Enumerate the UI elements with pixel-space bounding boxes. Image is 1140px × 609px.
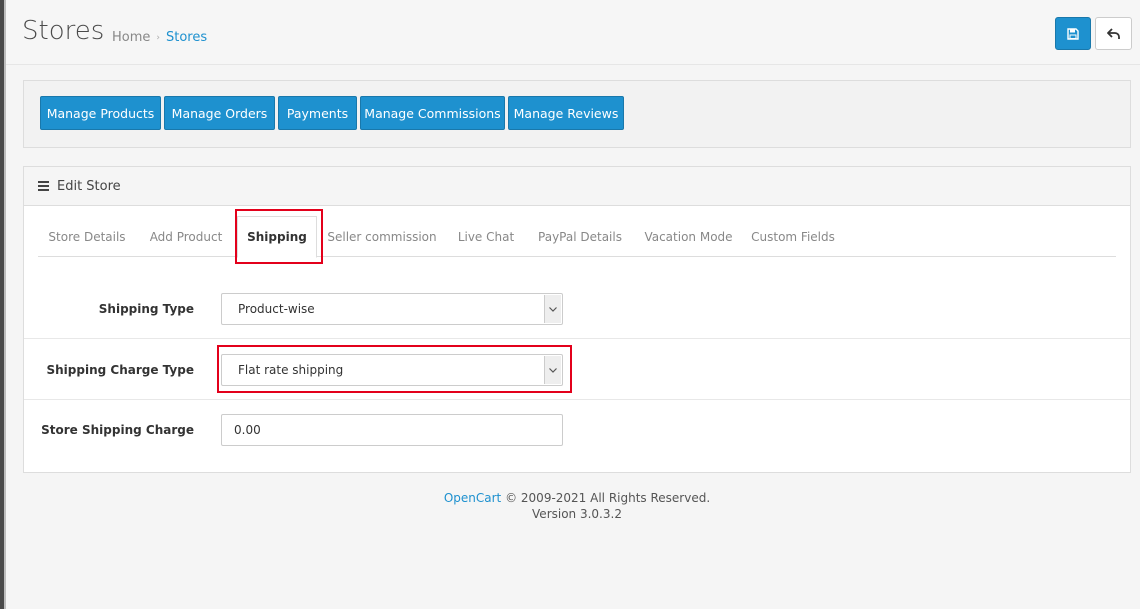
page-title: Stores: [22, 16, 105, 46]
shipping-charge-type-label: Shipping Charge Type: [46, 363, 195, 377]
tab-bar: Store Details Add Product Shipping Selle…: [38, 216, 1116, 258]
save-button[interactable]: [1055, 17, 1091, 50]
breadcrumb: Home › Stores: [112, 30, 207, 45]
manage-reviews-button[interactable]: Manage Reviews: [508, 96, 624, 130]
left-window-edge: [0, 0, 6, 609]
footer-copyright-line: OpenCart © 2009-2021 All Rights Reserved…: [23, 490, 1131, 506]
breadcrumb-stores[interactable]: Stores: [166, 30, 207, 45]
manage-products-button[interactable]: Manage Products: [40, 96, 161, 130]
tab-seller-commission[interactable]: Seller commission: [320, 216, 444, 257]
tab-live-chat[interactable]: Live Chat: [448, 216, 524, 257]
shipping-type-select[interactable]: Product-wise: [221, 293, 563, 325]
breadcrumb-separator: ›: [156, 32, 160, 43]
highlight-box-shipping-charge-type: [217, 345, 572, 393]
reply-icon: [1106, 27, 1120, 39]
form-row-shipping-type: Shipping Type Product-wise: [24, 278, 1130, 339]
tab-custom-fields[interactable]: Custom Fields: [745, 216, 841, 257]
form-row-shipping-charge-type: Shipping Charge Type Flat rate shipping: [24, 339, 1130, 400]
back-button[interactable]: [1095, 17, 1132, 50]
page-header: Stores Home › Stores: [6, 0, 1140, 65]
edit-store-panel: Edit Store Store Details Add Product Shi…: [23, 166, 1131, 473]
manage-orders-button[interactable]: Manage Orders: [164, 96, 275, 130]
panel-heading: Edit Store: [24, 167, 1130, 206]
footer-copyright: © 2009-2021 All Rights Reserved.: [505, 491, 711, 505]
opencart-link[interactable]: OpenCart: [444, 491, 501, 505]
shipping-type-label: Shipping Type: [98, 302, 194, 316]
save-icon: [1067, 27, 1079, 40]
tab-paypal-details[interactable]: PayPal Details: [528, 216, 632, 257]
tab-store-details[interactable]: Store Details: [38, 216, 136, 257]
tab-add-product[interactable]: Add Product: [138, 216, 234, 257]
shipping-type-value: Product-wise: [238, 302, 315, 316]
chevron-down-icon: [544, 295, 561, 323]
panel-title: Edit Store: [57, 178, 121, 194]
footer-version: Version 3.0.3.2: [532, 507, 622, 521]
payments-button[interactable]: Payments: [278, 96, 357, 130]
store-shipping-charge-input[interactable]: 0.00: [221, 414, 563, 446]
breadcrumb-home[interactable]: Home: [112, 30, 150, 45]
tab-vacation-mode[interactable]: Vacation Mode: [635, 216, 742, 257]
manage-commissions-button[interactable]: Manage Commissions: [360, 96, 505, 130]
list-icon: [38, 181, 49, 191]
store-shipping-charge-label: Store Shipping Charge: [41, 423, 194, 437]
form-row-store-shipping-charge: Store Shipping Charge 0.00: [24, 400, 1130, 460]
footer: OpenCart © 2009-2021 All Rights Reserved…: [23, 490, 1131, 522]
highlight-box-shipping-tab: [235, 209, 323, 264]
